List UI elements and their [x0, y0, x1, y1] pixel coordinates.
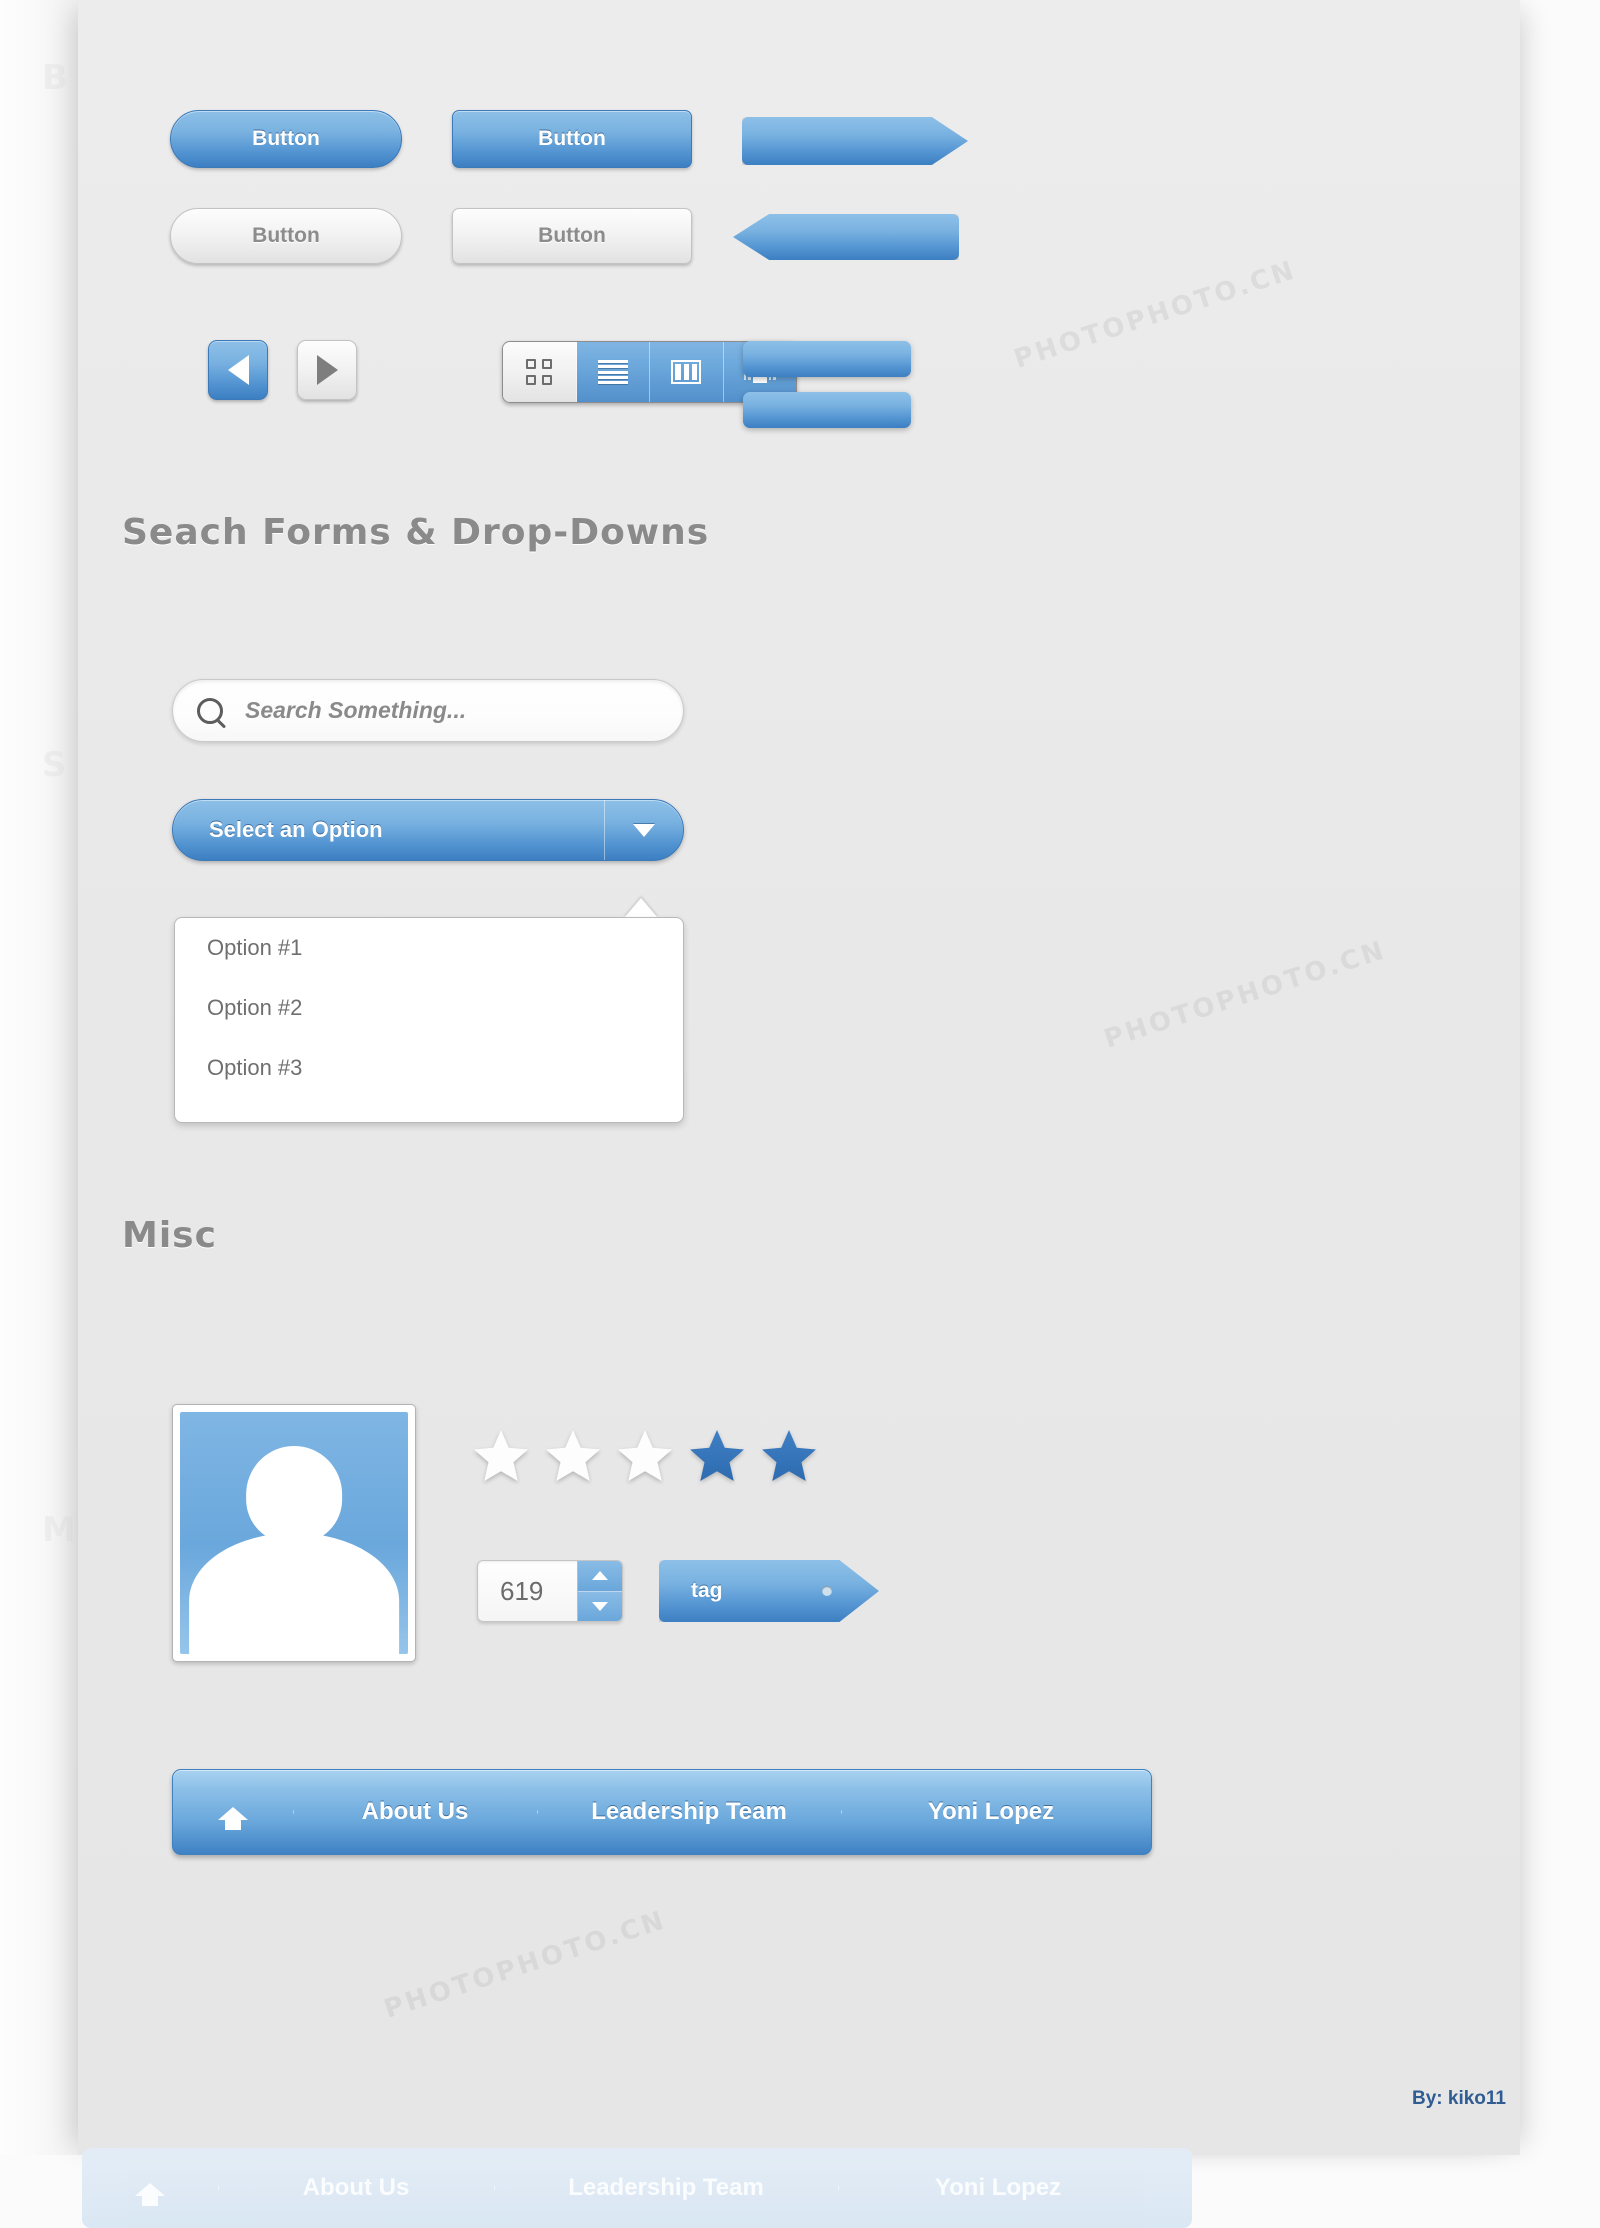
- ghost-breadcrumb-item-yoni-lopez: Yoni Lopez: [838, 2148, 1158, 2228]
- dropdown-option-3[interactable]: Option #3: [175, 1038, 683, 1098]
- search-field[interactable]: Search Something...: [172, 679, 684, 742]
- star-icon-empty-2[interactable]: [542, 1428, 604, 1488]
- grid-icon: [526, 359, 553, 385]
- star-icon-filled-1[interactable]: [686, 1428, 748, 1488]
- select-dropdown-toggle[interactable]: [604, 800, 683, 860]
- star-icon-filled-2[interactable]: [758, 1428, 820, 1488]
- segment-list-view[interactable]: [576, 342, 650, 402]
- select-dropdown-label: Select an Option: [209, 817, 383, 842]
- ghost-breadcrumb-item-home: [82, 2148, 219, 2228]
- watermark-text: PHOTOPHOTO.CN: [1010, 255, 1301, 375]
- avatar-head-shape: [246, 1445, 342, 1543]
- ghost-breadcrumb: About Us Leadership Team Yoni Lopez: [82, 2148, 1192, 2228]
- breadcrumb-item-label: Yoni Lopez: [927, 1798, 1055, 1825]
- breadcrumb-separator-icon-3: [807, 1770, 842, 1854]
- breadcrumb-item-about-us[interactable]: About Us: [293, 1770, 538, 1854]
- avatar: [172, 1404, 416, 1662]
- ghost-breadcrumb-label: Yoni Lopez: [934, 2174, 1062, 2201]
- main-panel: PHOTOPHOTO.CN PHOTOPHOTO.CN PHOTOPHOTO.C…: [78, 0, 1520, 2155]
- ghost-breadcrumb-label: Leadership Team: [568, 2174, 764, 2201]
- ghost-breadcrumb-item-leadership-team: Leadership Team: [494, 2148, 839, 2228]
- breadcrumb-item-home[interactable]: [173, 1770, 294, 1854]
- ghost-breadcrumb-separator-2: [460, 2148, 495, 2228]
- avatar-image: [180, 1412, 408, 1654]
- arrow-right-button[interactable]: [742, 117, 968, 165]
- search-input-placeholder[interactable]: Search Something...: [245, 697, 466, 724]
- search-icon: [197, 697, 223, 724]
- dropdown-option-1[interactable]: Option #1: [175, 918, 683, 978]
- avatar-body-shape: [189, 1533, 399, 1654]
- left-ghost-strip: B S M: [0, 0, 78, 2155]
- arrow-up-icon: [592, 1571, 608, 1581]
- star-rating[interactable]: [470, 1428, 820, 1488]
- tag-label[interactable]: tag: [659, 1560, 879, 1622]
- dropdown-option-2[interactable]: Option #2: [175, 978, 683, 1038]
- list-icon: [597, 360, 628, 384]
- breadcrumb-item-yoni-lopez[interactable]: Yoni Lopez: [841, 1770, 1141, 1854]
- select-dropdown[interactable]: Select an Option: [172, 799, 684, 861]
- home-icon: [218, 1798, 248, 1830]
- segment-grid-view[interactable]: [503, 342, 577, 402]
- home-icon-ghost: [135, 2174, 165, 2206]
- watermark-text-3: PHOTOPHOTO.CN: [380, 1905, 671, 2025]
- tag-hole-icon: [822, 1586, 832, 1596]
- triangle-left-icon: [227, 355, 249, 385]
- ghost-breadcrumb-label: About Us: [302, 2174, 410, 2201]
- plain-bar-button-1[interactable]: [743, 341, 911, 377]
- stepper-decrement-button[interactable]: [578, 1590, 622, 1621]
- disabled-pill-button[interactable]: Button: [170, 208, 402, 264]
- triangle-right-icon: [316, 355, 338, 385]
- ghost-breadcrumb-item-about-us: About Us: [218, 2148, 495, 2228]
- stepper-value[interactable]: 619: [478, 1561, 577, 1621]
- segment-column-view[interactable]: [650, 342, 724, 402]
- disabled-rect-button[interactable]: Button: [452, 208, 692, 264]
- stepper-increment-button[interactable]: [578, 1561, 622, 1591]
- watermark-text-2: PHOTOPHOTO.CN: [1100, 935, 1391, 1055]
- breadcrumb-item-label: About Us: [361, 1798, 469, 1825]
- primary-pill-button[interactable]: Button: [170, 110, 402, 168]
- breadcrumb[interactable]: About Us Leadership Team Yoni Lopez: [172, 1769, 1152, 1855]
- prev-button[interactable]: [208, 340, 268, 400]
- dropdown-caret-icon: [624, 898, 658, 918]
- arrow-left-button[interactable]: [733, 214, 959, 260]
- breadcrumb-item-leadership-team[interactable]: Leadership Team: [537, 1770, 842, 1854]
- number-stepper[interactable]: 619: [477, 1560, 623, 1622]
- credit-text: By: kiko11: [1412, 2088, 1506, 2109]
- columns-icon: [671, 360, 702, 384]
- next-button[interactable]: [297, 340, 357, 400]
- primary-rect-button[interactable]: Button: [452, 110, 692, 168]
- disabled-rect-button-label: Button: [538, 224, 606, 247]
- breadcrumb-item-label: Leadership Team: [591, 1798, 787, 1825]
- tag-label-text: tag: [691, 1579, 723, 1602]
- primary-rect-button-label: Button: [538, 127, 606, 150]
- ghost-breadcrumb-separator-3: [804, 2148, 839, 2228]
- breadcrumb-separator-icon-2: [503, 1770, 538, 1854]
- star-icon-empty-1[interactable]: [470, 1428, 532, 1488]
- section-heading-misc: Misc: [122, 1215, 217, 1256]
- dropdown-options-list: Option #1 Option #2 Option #3: [174, 917, 684, 1123]
- stepper-buttons[interactable]: [577, 1561, 622, 1621]
- section-heading-forms: Seach Forms & Drop-Downs: [122, 512, 710, 553]
- star-icon-empty-3[interactable]: [614, 1428, 676, 1488]
- arrow-down-icon: [592, 1601, 608, 1611]
- plain-bar-button-2[interactable]: [743, 392, 911, 428]
- breadcrumb-separator-icon: [259, 1770, 294, 1854]
- primary-pill-button-label: Button: [252, 127, 320, 150]
- disabled-pill-button-label: Button: [252, 224, 320, 247]
- ghost-breadcrumb-separator: [184, 2148, 219, 2228]
- chevron-down-icon: [633, 823, 655, 837]
